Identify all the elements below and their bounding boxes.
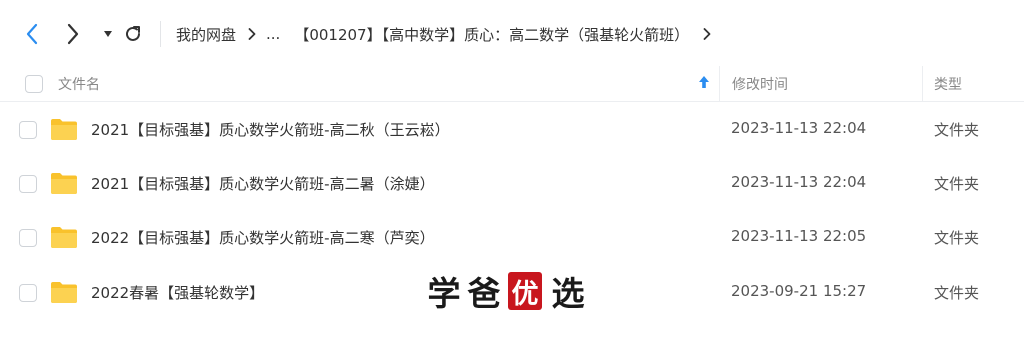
folder-icon bbox=[51, 173, 77, 194]
toolbar-divider bbox=[160, 21, 161, 47]
row-checkbox[interactable] bbox=[19, 175, 37, 193]
file-name[interactable]: 2022【目标强基】质心数学火箭班-高二寒（芦奕） bbox=[91, 227, 435, 248]
chevron-right-icon bbox=[248, 28, 256, 40]
modified-time: 2023-09-21 15:27 bbox=[731, 282, 867, 300]
select-all-checkbox[interactable] bbox=[25, 75, 43, 93]
file-type: 文件夹 bbox=[934, 175, 980, 193]
watermark-char: 选 bbox=[551, 274, 585, 313]
column-divider[interactable] bbox=[922, 66, 923, 102]
table-row[interactable]: 2022【目标强基】质心数学火箭班-高二寒（芦奕） 2023-11-13 22:… bbox=[0, 211, 1024, 265]
file-name[interactable]: 2021【目标强基】质心数学火箭班-高二秋（王云崧） bbox=[91, 119, 450, 140]
file-name[interactable]: 2022春暑【强基轮数学】 bbox=[91, 282, 264, 303]
breadcrumb-root[interactable]: 我的网盘 bbox=[176, 24, 236, 45]
sort-up-icon[interactable] bbox=[698, 75, 710, 93]
watermark-seal: 优 bbox=[508, 272, 542, 310]
watermark-logo: 学 爸 优 选 bbox=[424, 269, 588, 313]
row-checkbox[interactable] bbox=[19, 284, 37, 302]
table-row[interactable]: 2021【目标强基】质心数学火箭班-高二暑（涂婕） 2023-11-13 22:… bbox=[0, 157, 1024, 211]
file-name[interactable]: 2021【目标强基】质心数学火箭班-高二暑（涂婕） bbox=[91, 173, 435, 194]
chevron-right-icon[interactable] bbox=[703, 28, 711, 40]
toolbar: 我的网盘 ... 【001207】【高中数学】质心：高二数学（强基轮火箭班） bbox=[0, 0, 1024, 66]
breadcrumb-current[interactable]: 【001207】【高中数学】质心：高二数学（强基轮火箭班） bbox=[294, 24, 689, 45]
modified-time: 2023-11-13 22:04 bbox=[731, 173, 867, 191]
dropdown-icon[interactable] bbox=[95, 21, 121, 47]
breadcrumb: 我的网盘 ... 【001207】【高中数学】质心：高二数学（强基轮火箭班） bbox=[176, 21, 723, 47]
file-type: 文件夹 bbox=[934, 121, 980, 139]
column-header-type[interactable]: 类型 bbox=[934, 74, 962, 94]
column-header-time[interactable]: 修改时间 bbox=[732, 74, 788, 94]
breadcrumb-ellipsis[interactable]: ... bbox=[266, 25, 280, 43]
modified-time: 2023-11-13 22:04 bbox=[731, 119, 867, 137]
folder-icon bbox=[51, 227, 77, 248]
table-header: 文件名 修改时间 类型 bbox=[0, 66, 1024, 102]
file-type: 文件夹 bbox=[934, 284, 980, 302]
column-divider[interactable] bbox=[719, 66, 720, 102]
back-arrow-icon[interactable] bbox=[19, 21, 45, 47]
modified-time: 2023-11-13 22:05 bbox=[731, 227, 867, 245]
watermark-char: 学 bbox=[427, 274, 461, 313]
folder-icon bbox=[51, 282, 77, 303]
file-type: 文件夹 bbox=[934, 229, 980, 247]
forward-arrow-icon[interactable] bbox=[60, 21, 86, 47]
refresh-icon[interactable] bbox=[120, 21, 146, 47]
row-checkbox[interactable] bbox=[19, 229, 37, 247]
row-checkbox[interactable] bbox=[19, 121, 37, 139]
column-header-name[interactable]: 文件名 bbox=[58, 74, 100, 94]
folder-icon bbox=[51, 119, 77, 140]
table-row[interactable]: 2021【目标强基】质心数学火箭班-高二秋（王云崧） 2023-11-13 22… bbox=[0, 103, 1024, 157]
watermark-char: 爸 bbox=[467, 274, 501, 313]
